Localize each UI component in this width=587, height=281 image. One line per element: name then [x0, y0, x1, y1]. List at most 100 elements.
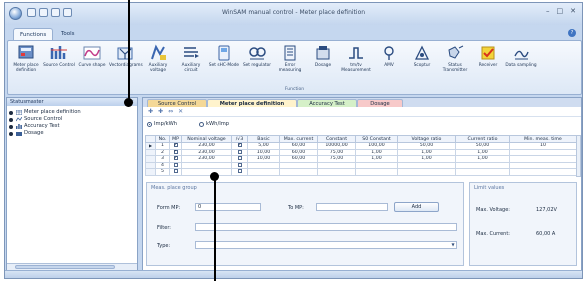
cell-no: 5: [155, 168, 170, 176]
radio-dot: [147, 121, 152, 127]
tree-item-meter-place[interactable]: Meter place definition: [9, 109, 135, 116]
scroll-thumb[interactable]: [15, 265, 115, 269]
radio-imp-kwh[interactable]: Imp/kWh: [147, 121, 177, 127]
cell-basic[interactable]: [247, 168, 280, 176]
column-header[interactable]: Constant: [317, 135, 356, 143]
add-button[interactable]: Add: [394, 202, 439, 212]
group-title: Meas. place group: [151, 185, 197, 191]
tab-meter-place-definition[interactable]: Meter place definition: [207, 99, 297, 107]
vector-diagram-button[interactable]: Vectordiagrams: [109, 44, 143, 84]
type-select[interactable]: ▼: [195, 241, 457, 249]
error-measuring-button[interactable]: Error measuring: [274, 44, 306, 84]
column-header[interactable]: Basic: [247, 135, 280, 143]
callout-line: [128, 0, 130, 101]
checkbox[interactable]: [173, 143, 178, 148]
curve-shape-icon: [82, 44, 102, 62]
cell-max-current[interactable]: [279, 168, 318, 176]
set-mode-button[interactable]: Set sHC-Mode: [208, 44, 240, 84]
cell-voltage-ratio[interactable]: [397, 168, 456, 176]
column-header[interactable]: MP: [169, 135, 182, 143]
tree-item-source-control[interactable]: Source Control: [9, 116, 135, 123]
horizontal-scrollbar[interactable]: [7, 263, 137, 270]
column-header[interactable]: Min. meas. time: [509, 135, 577, 143]
ribbon-group-label: Function: [284, 87, 305, 92]
checkbox[interactable]: [237, 149, 242, 154]
aux-circuit-button[interactable]: Auxiliary circuit: [175, 44, 207, 84]
to-mp-input[interactable]: [316, 203, 388, 211]
cell-constant[interactable]: [317, 168, 356, 176]
set-mode-icon: [214, 44, 234, 62]
checkbox[interactable]: [237, 169, 242, 173]
checkbox[interactable]: [237, 162, 242, 167]
delete-row-icon[interactable]: ✕: [178, 108, 183, 115]
tab-accuracy-test[interactable]: Accuracy Test: [297, 99, 357, 107]
column-header[interactable]: /√3: [231, 135, 248, 143]
to-mp-label: To MP:: [288, 205, 304, 211]
column-header[interactable]: No.: [155, 135, 170, 143]
amv-button[interactable]: AMV: [373, 44, 405, 84]
chevron-down-icon[interactable]: ▼: [450, 242, 456, 248]
cell-min-time[interactable]: [509, 168, 577, 176]
tab-functions[interactable]: Functions: [13, 28, 54, 40]
callout-line: [214, 176, 216, 281]
curve-shape-button[interactable]: Curve shape: [76, 44, 108, 84]
measurement-button[interactable]: tm/tv Measurement: [340, 44, 372, 84]
checkbox[interactable]: [173, 156, 178, 161]
column-header[interactable]: Current ratio: [455, 135, 510, 143]
data-sampling-icon: [511, 44, 531, 62]
constant-unit-options: Imp/kWh kWh/Imp: [143, 117, 581, 131]
tab-source-control[interactable]: Source Control: [147, 99, 207, 107]
receiver-button[interactable]: Receiver: [472, 44, 504, 84]
checkbox[interactable]: [237, 143, 242, 148]
help-icon[interactable]: ?: [568, 29, 576, 37]
scope-icon: [412, 44, 432, 62]
table-scrollbar[interactable]: [576, 135, 581, 177]
column-header[interactable]: Voltage ratio: [397, 135, 456, 143]
aux-voltage-button[interactable]: Auxiliary voltage: [142, 44, 174, 84]
checkbox[interactable]: [173, 162, 178, 167]
data-sampling-button[interactable]: Data sampling: [505, 44, 537, 84]
meter-place-table: No. MP Nominal voltage /√3 Basic Max. cu…: [145, 135, 577, 176]
minimize-icon[interactable]: –: [546, 7, 550, 15]
checkbox[interactable]: [237, 156, 242, 160]
row-selector[interactable]: [145, 168, 156, 176]
filter-input[interactable]: [195, 223, 457, 231]
scope-button[interactable]: Scoptur: [406, 44, 438, 84]
tree-item-accuracy-test[interactable]: Accuracy Test: [9, 123, 135, 130]
radio-kwh-imp[interactable]: kWh/Imp: [199, 121, 229, 127]
table-icon: [16, 110, 22, 115]
column-header[interactable]: S0 Constant: [355, 135, 398, 143]
source-control-icon: [49, 44, 69, 62]
checkbox[interactable]: [173, 149, 178, 154]
tab-tools[interactable]: Tools: [55, 28, 81, 40]
source-control-button[interactable]: Source Control: [43, 44, 75, 84]
meter-place-definition-button[interactable]: Meter place definition: [10, 44, 42, 84]
cell-sqrt3[interactable]: [231, 168, 248, 176]
aux-circuit-icon: [181, 44, 201, 62]
from-mp-input[interactable]: 0: [195, 203, 261, 211]
bars-icon: [16, 124, 22, 129]
maximize-icon[interactable]: □: [557, 7, 564, 15]
column-header[interactable]: Max. current: [279, 135, 318, 143]
tree-item-dosage[interactable]: Dosage: [9, 130, 135, 137]
set-regulator-button[interactable]: Set regulator: [241, 44, 273, 84]
cell-mp[interactable]: [169, 168, 182, 176]
close-icon[interactable]: ✕: [570, 7, 576, 15]
checkbox[interactable]: [173, 169, 178, 173]
tab-dosage[interactable]: Dosage: [357, 99, 403, 107]
cell-voltage[interactable]: [181, 168, 232, 176]
status-transmitter-button[interactable]: Status Transmitter: [439, 44, 471, 84]
grid-toolbar: ✚ ✚ ⇔ ✕: [143, 107, 581, 117]
copy-row-icon[interactable]: ✚: [158, 108, 163, 115]
cell-s0[interactable]: [355, 168, 398, 176]
table-header: No. MP Nominal voltage /√3 Basic Max. cu…: [145, 135, 577, 143]
ribbon-panel: Meter place definition Source Control Cu…: [7, 40, 582, 95]
dosage-button[interactable]: Dosage: [307, 44, 339, 84]
cell-current-ratio[interactable]: [455, 168, 510, 176]
column-header[interactable]: Nominal voltage: [181, 135, 232, 143]
max-voltage-label: Max. Voltage:: [476, 207, 510, 213]
status-transmitter-icon: [445, 44, 465, 62]
move-icon[interactable]: ⇔: [168, 108, 173, 115]
app-window: WinSAM manual control - Meter place defi…: [4, 2, 583, 279]
add-row-icon[interactable]: ✚: [148, 108, 153, 115]
